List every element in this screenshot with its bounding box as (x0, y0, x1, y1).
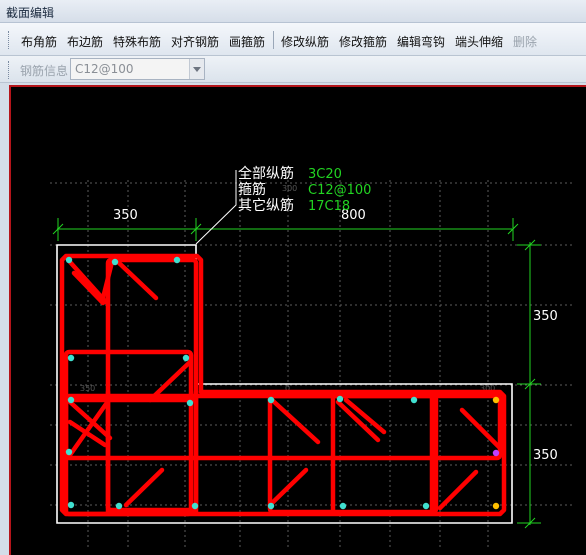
rebar-point[interactable] (191, 502, 199, 510)
rebar-point[interactable] (67, 396, 75, 404)
dim-left-width: 350 (113, 208, 138, 223)
rebar-point[interactable] (115, 502, 123, 510)
rebar-point[interactable] (336, 395, 344, 403)
dim-right-bottom: 350 (533, 448, 558, 463)
tool-edit-hook[interactable]: 编辑弯钩 (397, 33, 445, 50)
label-all-long-bar: 全部纵筋 (238, 165, 294, 182)
rebar-info-combo[interactable]: C12@100 (70, 58, 205, 80)
toolbar-separator (273, 31, 274, 49)
rebar-point[interactable] (339, 502, 347, 510)
rebar-point[interactable] (422, 502, 430, 510)
value-all-long-bar: 3C20 (308, 167, 342, 182)
rebar-point[interactable] (111, 258, 119, 266)
corner-rebar-point[interactable] (492, 396, 500, 404)
rebar-point[interactable] (65, 448, 73, 456)
info-bar: 钢筋信息 C12@100 (0, 56, 586, 83)
dim-right-top: 350 (533, 309, 558, 324)
infobar-grip[interactable] (8, 61, 12, 79)
tool-edit-long-bar[interactable]: 修改纵筋 (281, 33, 329, 50)
tool-edit-stirrup[interactable]: 修改箍筋 (339, 33, 387, 50)
tool-align-bar[interactable]: 对齐钢筋 (171, 33, 219, 50)
tool-corner-bar[interactable]: 布角筋 (21, 33, 57, 50)
chevron-down-icon[interactable] (189, 59, 204, 79)
window-title: 截面编辑 (6, 6, 55, 20)
rebar-info-value: C12@100 (75, 62, 134, 76)
window-title-bar: 截面编辑 (0, 0, 586, 23)
rebar-point[interactable] (67, 354, 75, 362)
rebar-point[interactable] (67, 501, 75, 509)
tool-draw-stirrup[interactable]: 画箍筋 (229, 33, 265, 50)
tool-special-bar[interactable]: 特殊布筋 (113, 33, 161, 50)
tool-end-extend[interactable]: 端头伸缩 (455, 33, 503, 50)
grid-mark-top: 300 (282, 184, 297, 193)
rebar-point[interactable] (186, 399, 194, 407)
rebar-point[interactable] (65, 256, 73, 264)
rebar-point[interactable] (410, 396, 418, 404)
rebar-point[interactable] (267, 396, 275, 404)
canvas-background (11, 87, 586, 555)
tool-delete[interactable]: 删除 (513, 33, 537, 50)
rebar-point[interactable] (267, 502, 275, 510)
grid-mark-mid-left: 350 (80, 384, 95, 393)
rebar-point[interactable] (182, 354, 190, 362)
toolbar: 布角筋 布边筋 特殊布筋 对齐钢筋 画箍筋 修改纵筋 修改箍筋 编辑弯钩 端头伸… (0, 23, 586, 56)
corner-rebar-point[interactable] (492, 502, 500, 510)
value-other-long-bar: 17C18 (308, 199, 350, 214)
label-stirrup: 箍筋 (238, 181, 266, 198)
toolbar-grip[interactable] (8, 31, 12, 49)
section-canvas[interactable]: 300 350 0 300 350 800 350 350 全部纵筋 箍筋 其它… (11, 87, 586, 555)
rebar-point[interactable] (173, 256, 181, 264)
label-other-long-bar: 其它纵筋 (238, 197, 294, 214)
tool-edge-bar[interactable]: 布边筋 (67, 33, 103, 50)
selected-rebar-point[interactable] (492, 449, 500, 457)
rebar-info-label: 钢筋信息 (20, 64, 69, 78)
value-stirrup: C12@100 (308, 183, 371, 198)
